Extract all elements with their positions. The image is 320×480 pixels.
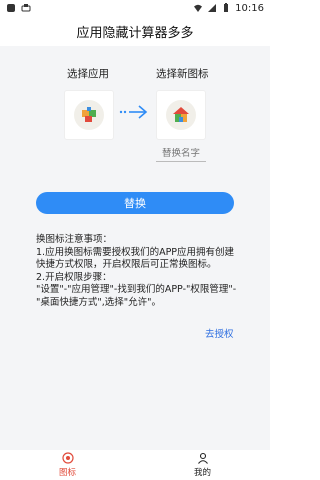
main-content: 选择应用 选择新图标 替换 换图标 xyxy=(0,46,270,450)
tab-icons[interactable]: 图标 xyxy=(0,450,135,480)
notice-title: 换图标注意事项： xyxy=(36,234,113,245)
app-icon-placeholder xyxy=(74,100,104,130)
notice-item-2: 2.开启权限步骤： xyxy=(36,271,112,283)
puzzle-app-icon xyxy=(82,107,96,122)
select-new-icon-label: 选择新图标 xyxy=(156,68,209,80)
user-icon xyxy=(197,452,208,464)
select-new-icon-box[interactable] xyxy=(156,90,206,140)
tab-mine-label: 我的 xyxy=(193,468,211,478)
new-icon-placeholder xyxy=(166,100,196,130)
vpn-key-icon xyxy=(21,4,31,12)
dark-app-icon xyxy=(7,4,15,12)
notice-item-1: 1.应用换图标需要授权我们的APP应用拥有创建快捷方式权限，开启权限后可正常换图… xyxy=(36,246,235,271)
tab-mine[interactable]: 我的 xyxy=(135,450,270,480)
wifi-icon xyxy=(194,4,203,12)
arrow-right-icon xyxy=(119,105,148,119)
signal-icon xyxy=(208,4,217,12)
authorize-link[interactable]: 去授权 xyxy=(205,326,234,340)
page-title: 应用隐藏计算器多多 xyxy=(76,25,194,41)
battery-icon xyxy=(224,3,229,12)
replace-name-input[interactable] xyxy=(156,148,206,162)
notice-item-3: "设置"-"应用管理"-找到我们的APP-"权限管理"-"桌面快捷方式",选择"… xyxy=(36,284,237,308)
notice-section: 换图标注意事项： 1.应用换图标需要授权我们的APP应用拥有创建快捷方式权限，开… xyxy=(36,234,242,309)
status-time: 10:16 xyxy=(235,2,264,14)
page-header: 应用隐藏计算器多多 xyxy=(0,16,270,46)
house-colorful-icon xyxy=(173,107,189,122)
status-bar: 10:16 xyxy=(0,0,270,16)
select-app-label: 选择应用 xyxy=(67,68,109,80)
tab-icons-label: 图标 xyxy=(58,468,76,478)
bottom-tab-bar: 图标 我的 xyxy=(0,450,270,480)
target-icon xyxy=(61,452,74,464)
select-app-box[interactable] xyxy=(64,90,114,140)
replace-button[interactable]: 替换 xyxy=(36,192,234,214)
